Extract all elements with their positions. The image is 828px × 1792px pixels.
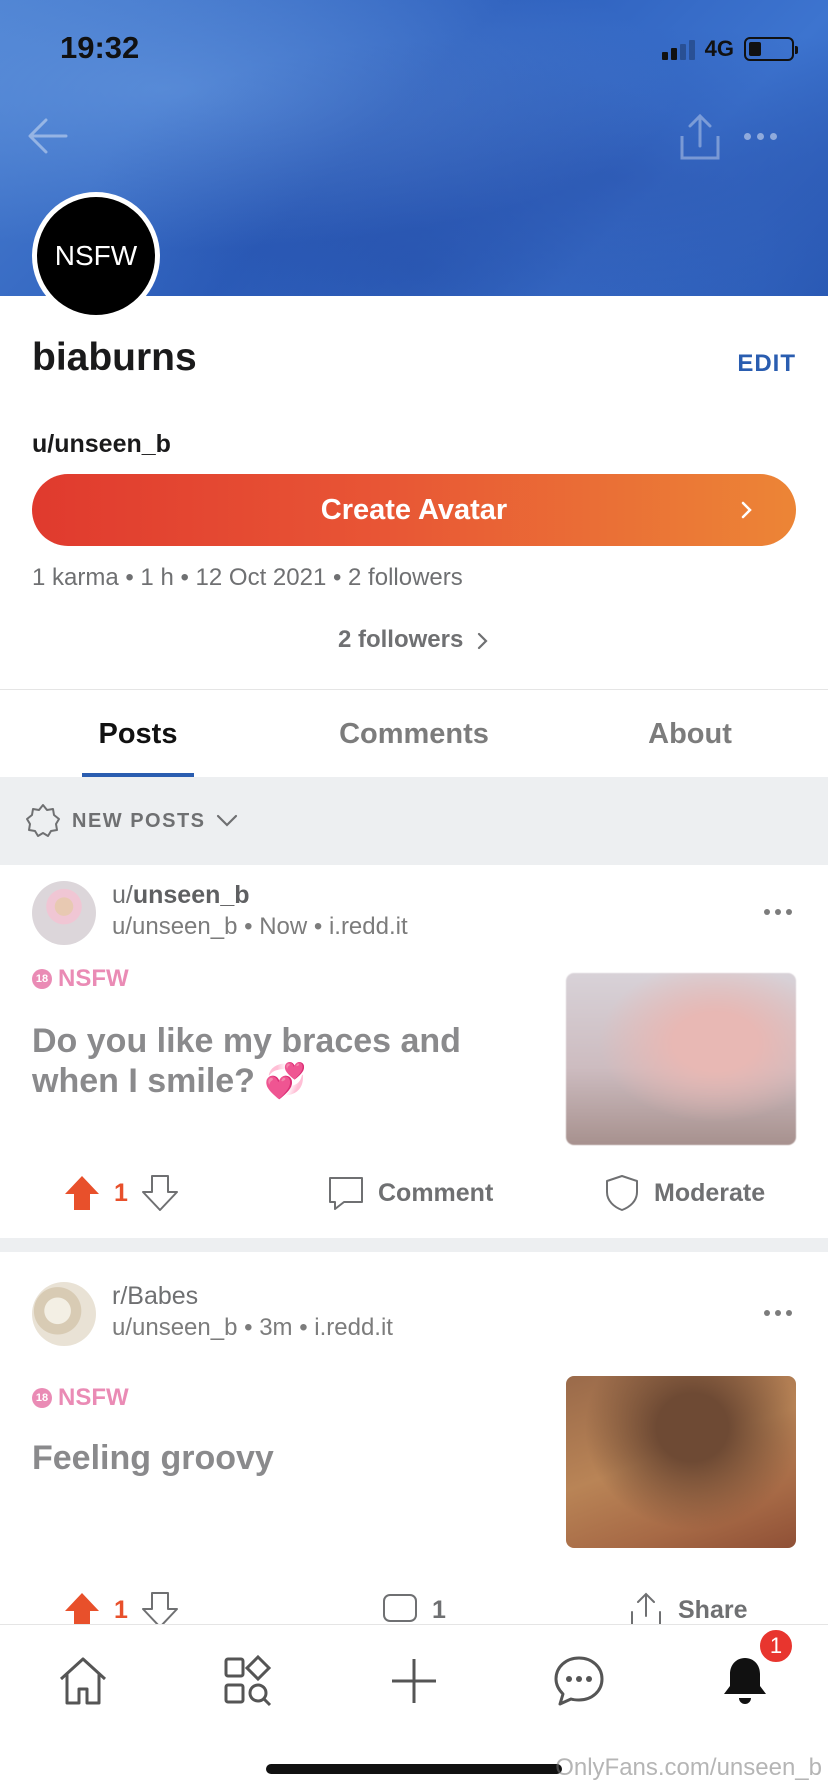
- post-info: u/unseen_b • Now • i.redd.it: [112, 913, 408, 940]
- post-thumbnail[interactable]: [566, 973, 796, 1145]
- nsfw-label: NSFW: [58, 1384, 129, 1411]
- post-community[interactable]: r/Babes: [112, 1282, 198, 1311]
- watermark: OnlyFans.com/unseen_b: [555, 1754, 822, 1781]
- notification-badge: 1: [758, 1628, 794, 1664]
- vote-group: 1: [62, 1173, 180, 1213]
- create-avatar-label: Create Avatar: [320, 493, 508, 526]
- tab-posts[interactable]: Posts: [0, 690, 276, 777]
- new-sort-icon: [26, 804, 60, 837]
- signal-icon: [661, 38, 695, 60]
- chevron-down-icon: [216, 814, 237, 827]
- chat-icon[interactable]: [551, 1653, 607, 1709]
- community-avatar[interactable]: [32, 1282, 96, 1346]
- comment-label: Comment: [378, 1178, 494, 1207]
- status-indicators: 4G: [661, 36, 798, 62]
- battery-icon: [744, 37, 798, 61]
- nsfw-tag: 18 NSFW: [32, 1384, 129, 1412]
- community-name: Babes: [127, 1282, 199, 1310]
- share-icon[interactable]: [676, 112, 724, 164]
- edit-profile-button[interactable]: EDIT: [737, 350, 796, 378]
- avatar-nsfw-label: NSFW: [37, 197, 155, 315]
- community-name: unseen_b: [132, 881, 250, 909]
- vote-count: 1: [114, 1178, 128, 1207]
- profile-tabs: Posts Comments About: [0, 689, 828, 777]
- sort-dropdown[interactable]: NEW POSTS: [0, 777, 828, 865]
- nsfw-tag: 18 NSFW: [32, 965, 129, 993]
- comment-icon: [383, 1594, 417, 1622]
- author-avatar[interactable]: [32, 881, 96, 945]
- post-more-icon[interactable]: [764, 909, 792, 915]
- moderate-button[interactable]: Moderate: [602, 1173, 765, 1213]
- post-actions: 1 1 Share: [0, 1584, 828, 1624]
- comment-icon: [329, 1177, 363, 1210]
- post-info: u/unseen_b • 3m • i.redd.it: [112, 1314, 393, 1341]
- share-label: Share: [678, 1595, 748, 1624]
- upvote-icon[interactable]: [62, 1590, 102, 1624]
- post-community[interactable]: u/unseen_b: [112, 881, 250, 910]
- post-more-icon[interactable]: [764, 1310, 792, 1316]
- community-prefix: r/: [112, 1282, 128, 1310]
- home-icon[interactable]: [55, 1653, 111, 1709]
- post-actions: 1 Comment Moderate: [0, 1163, 828, 1223]
- sort-label: NEW POSTS: [72, 809, 206, 832]
- post-card[interactable]: r/Babes u/unseen_b • 3m • i.redd.it 18 N…: [0, 1266, 828, 1624]
- comment-count: 1: [432, 1595, 446, 1624]
- vote-group: 1: [62, 1590, 180, 1624]
- post-title[interactable]: Feeling groovy: [32, 1438, 552, 1478]
- profile-handle: u/unseen_b: [32, 430, 171, 458]
- network-label: 4G: [704, 36, 734, 61]
- create-icon[interactable]: [386, 1653, 442, 1709]
- more-options-icon[interactable]: [744, 124, 786, 148]
- nsfw-label: NSFW: [58, 965, 129, 992]
- post-thumbnail[interactable]: [566, 1376, 796, 1548]
- create-avatar-button[interactable]: Create Avatar: [32, 474, 796, 546]
- profile-avatar: NSFW: [32, 192, 160, 320]
- followers-label: 2 followers: [337, 626, 464, 653]
- home-indicator: [266, 1764, 562, 1774]
- downvote-icon[interactable]: [140, 1173, 180, 1213]
- community-prefix: u/: [112, 881, 133, 909]
- share-icon: [631, 1592, 661, 1624]
- downvote-icon[interactable]: [140, 1590, 180, 1624]
- notifications-icon[interactable]: [717, 1653, 773, 1709]
- vote-count: 1: [114, 1595, 128, 1624]
- share-button[interactable]: Share: [626, 1590, 747, 1624]
- profile-meta: 1 karma • 1 h • 12 Oct 2021 • 2 follower…: [32, 564, 463, 591]
- post-card[interactable]: u/unseen_b u/unseen_b • Now • i.redd.it …: [0, 865, 828, 1252]
- status-time: 19:32: [60, 30, 140, 65]
- age-18-icon: 18: [32, 969, 52, 989]
- tab-about[interactable]: About: [552, 690, 828, 777]
- comment-button[interactable]: Comment: [326, 1173, 493, 1213]
- moderate-label: Moderate: [654, 1178, 766, 1207]
- discover-icon[interactable]: [220, 1653, 276, 1709]
- tab-comments[interactable]: Comments: [276, 690, 552, 777]
- post-title[interactable]: Do you like my braces and when I smile? …: [32, 1021, 552, 1101]
- profile-display-name: biaburns: [32, 336, 197, 379]
- age-18-icon: 18: [32, 1388, 52, 1408]
- followers-link[interactable]: 2 followers: [0, 626, 828, 654]
- chevron-right-icon: [477, 632, 488, 649]
- upvote-icon[interactable]: [62, 1173, 102, 1213]
- comment-button[interactable]: 1: [380, 1590, 446, 1624]
- shield-icon: [606, 1175, 638, 1211]
- chevron-right-icon: [741, 501, 752, 519]
- back-arrow-icon[interactable]: [24, 112, 72, 160]
